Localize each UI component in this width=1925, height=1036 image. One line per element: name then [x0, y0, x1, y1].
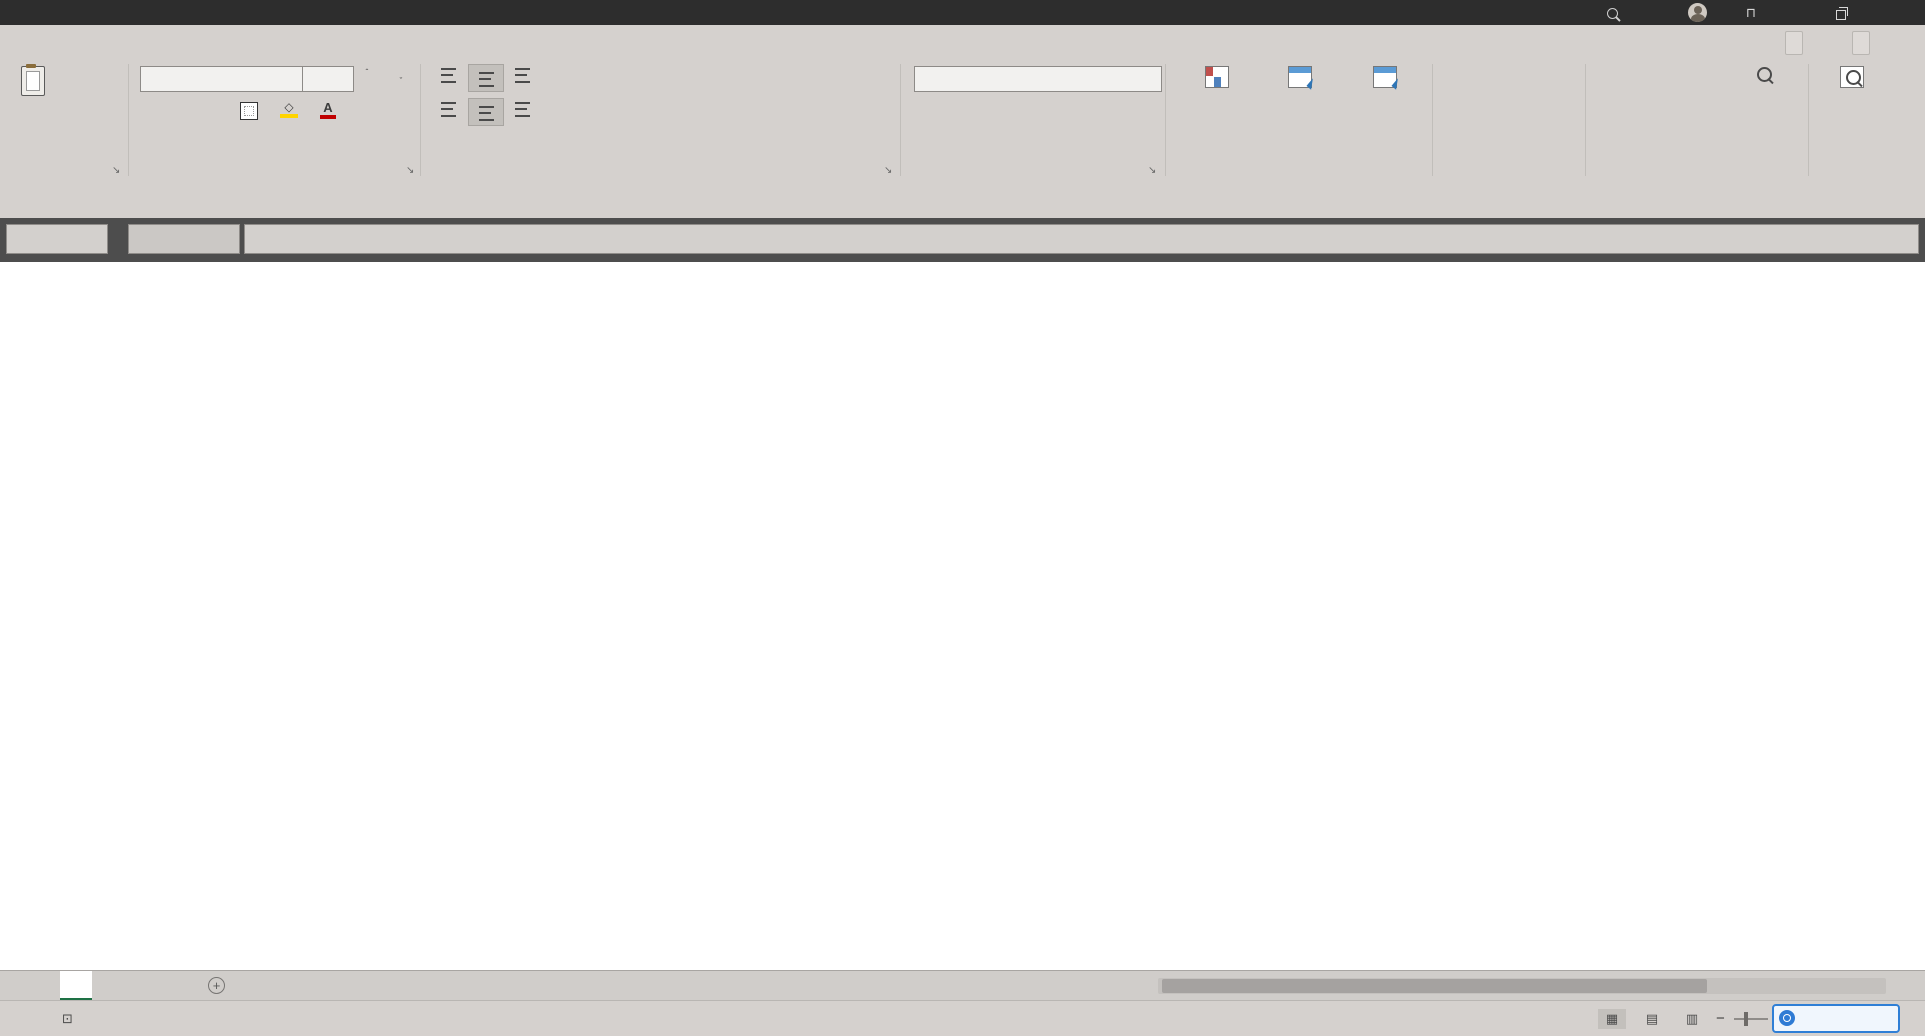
analyze-data-icon	[1840, 66, 1864, 88]
editing-group-label	[1662, 164, 1732, 180]
normal-view-button[interactable]: ▦	[1598, 1009, 1626, 1029]
user-name[interactable]	[1638, 0, 1678, 25]
styles-group-label	[1262, 164, 1332, 180]
font-color-button[interactable]: A	[320, 100, 336, 119]
zoom-slider-knob[interactable]	[1744, 1012, 1748, 1026]
find-select-icon	[1726, 64, 1802, 85]
conditional-formatting-button[interactable]	[1180, 64, 1252, 94]
sheet-grid	[0, 262, 1925, 970]
font-group-label	[230, 164, 300, 180]
status-bar: ⊡ ▦ ▤ ▥ −	[0, 1000, 1925, 1036]
sheet-tab-active[interactable]	[60, 971, 92, 1000]
sheet-tab-bar: +	[0, 970, 1925, 1000]
restore-button[interactable]	[1826, 0, 1856, 25]
horizontal-scrollbar[interactable]	[1158, 978, 1886, 994]
formula-input[interactable]	[244, 224, 1919, 254]
title-bar: ⊓	[0, 0, 1925, 25]
horizontal-scrollbar-thumb[interactable]	[1162, 979, 1707, 993]
comments-button[interactable]	[1852, 31, 1870, 55]
minimize-button[interactable]	[1780, 0, 1810, 25]
zoom-out-button[interactable]: −	[1716, 1001, 1725, 1036]
number-group-label	[1000, 164, 1064, 180]
align-top-button[interactable]	[434, 68, 462, 88]
formula-bar-row	[0, 218, 1925, 262]
font-size-select[interactable]	[302, 66, 354, 92]
ribbon-tab-row	[0, 25, 1925, 60]
shrink-font-button[interactable]: ˇ	[388, 68, 414, 86]
cell-styles-icon	[1373, 66, 1397, 88]
ribbon-display-options-icon[interactable]: ⊓	[1736, 0, 1766, 25]
alignment-dialog-launcher[interactable]: ↘	[884, 165, 892, 176]
format-as-table-button[interactable]	[1258, 64, 1340, 94]
page-layout-view-button[interactable]: ▤	[1638, 1009, 1666, 1029]
align-center-button[interactable]	[468, 98, 504, 126]
alignment-group-label	[620, 164, 700, 180]
cells-group-label	[1462, 164, 1532, 180]
analyze-data-button[interactable]	[1818, 64, 1884, 94]
align-middle-button[interactable]	[468, 64, 504, 92]
avatar[interactable]	[1688, 3, 1707, 22]
ribbon: ↘ ˆ ˇ ◇ A	[0, 60, 1925, 187]
search-icon[interactable]	[1600, 0, 1624, 25]
close-button[interactable]	[1872, 0, 1906, 25]
paste-icon	[21, 66, 45, 96]
number-format-select[interactable]	[914, 66, 1162, 92]
number-dialog-launcher[interactable]: ↘	[1148, 165, 1156, 176]
fill-color-bar	[280, 114, 298, 118]
page-break-view-button[interactable]: ▥	[1678, 1009, 1706, 1029]
excel-window: ⊓ ↘ ˆ ˇ	[0, 0, 1925, 1036]
cell-styles-button[interactable]	[1346, 64, 1422, 94]
find-select-button[interactable]	[1726, 64, 1802, 92]
document-title	[0, 0, 1925, 25]
align-left-button[interactable]	[434, 102, 462, 122]
grow-font-button[interactable]: ˆ	[354, 68, 380, 85]
format-as-table-icon	[1288, 66, 1312, 88]
sort-filter-button[interactable]	[1648, 64, 1724, 78]
quick-access-toolbar	[0, 186, 1925, 219]
align-bottom-button[interactable]	[508, 68, 536, 88]
macro-record-icon[interactable]: ⊡	[62, 1001, 73, 1036]
orientation-button[interactable]	[548, 66, 578, 78]
ime-toolbar[interactable]	[1772, 1004, 1900, 1033]
font-dialog-launcher[interactable]: ↘	[406, 165, 414, 176]
align-right-button[interactable]	[508, 102, 536, 122]
new-sheet-button[interactable]: +	[208, 977, 225, 994]
zoom-slider[interactable]	[1734, 1018, 1768, 1020]
clipboard-group-label	[14, 164, 104, 180]
font-color-bar	[320, 115, 336, 119]
ime-logo-icon	[1779, 1010, 1795, 1026]
fill-color-button[interactable]: ◇	[280, 100, 298, 118]
name-box[interactable]	[6, 224, 108, 254]
paste-button[interactable]	[10, 64, 54, 100]
font-name-select[interactable]	[140, 66, 308, 92]
formula-buttons	[128, 224, 240, 254]
conditional-formatting-icon	[1205, 66, 1229, 88]
analysis-group-label	[1816, 164, 1886, 180]
share-button[interactable]	[1785, 31, 1803, 55]
borders-icon[interactable]	[240, 102, 258, 120]
clipboard-dialog-launcher[interactable]: ↘	[112, 165, 120, 176]
